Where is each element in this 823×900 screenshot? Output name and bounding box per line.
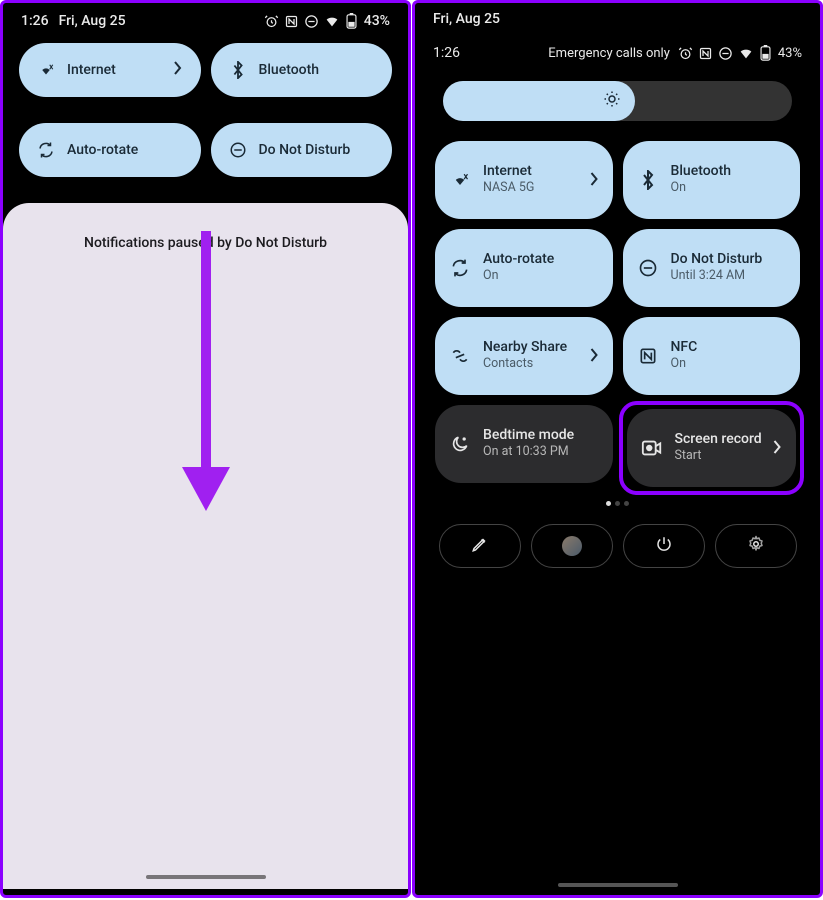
highlight-annotation: Screen record Start [619,401,805,495]
status-time: 1:26 [433,45,460,61]
chevron-right-icon [590,347,599,366]
tile-label: Do Not Disturb [259,142,351,158]
tile-title: Screen record [675,431,762,448]
notification-panel[interactable]: Notifications paused by Do Not Disturb [3,203,408,889]
status-bar: 1:26 Fri, Aug 25 43% [3,3,408,33]
nfc-icon [698,45,714,61]
home-handle[interactable] [146,875,266,879]
bluetooth-icon [229,61,247,79]
tile-title: Internet [483,163,534,180]
wifi-icon [449,170,471,190]
qs-date: Fri, Aug 25 [415,3,820,27]
nearby-share-icon [449,346,471,366]
qs-tile-nearby-share[interactable]: Nearby Share Contacts [435,317,613,395]
dnd-status-icon [304,13,320,29]
user-switcher-button[interactable] [531,524,613,568]
status-time: 1:26 [21,13,49,29]
qs-tile-autorotate[interactable]: Auto-rotate On [435,229,613,307]
home-handle[interactable] [558,883,678,887]
dnd-icon [637,258,659,278]
page-dot [624,501,629,506]
alarm-icon [678,45,694,61]
tile-title: Do Not Disturb [671,251,763,268]
tile-label: Internet [67,62,116,78]
tile-subtitle: On [671,356,698,372]
rotate-icon [37,141,55,159]
gear-icon [747,535,765,557]
qs-tile-internet[interactable]: Internet NASA 5G [435,141,613,219]
chevron-right-icon [173,61,183,79]
qs-tile-bluetooth[interactable]: Bluetooth [211,43,393,97]
wifi-icon [37,61,55,79]
avatar [562,536,582,556]
page-dot [615,501,620,506]
wifi-status-icon [324,13,340,29]
tile-title: Bluetooth [671,163,732,180]
rotate-icon [449,258,471,278]
tile-label: Bluetooth [259,62,320,78]
edit-tiles-button[interactable] [439,524,521,568]
network-status-text: Emergency calls only [548,46,670,61]
qs-tile-dnd[interactable]: Do Not Disturb [211,123,393,177]
page-dot [606,501,611,506]
settings-button[interactable] [715,524,797,568]
dnd-icon [229,141,247,159]
qs-tile-bedtime-mode[interactable]: Bedtime mode On at 10:33 PM [435,405,613,483]
qs-tile-bluetooth[interactable]: Bluetooth On [623,141,801,219]
status-bar: 1:26 Emergency calls only 43% [415,27,820,61]
qs-tile-nfc[interactable]: NFC On [623,317,801,395]
bedtime-icon [449,434,471,454]
bluetooth-icon [637,170,659,190]
swipe-down-arrow-icon [178,231,234,511]
power-icon [655,535,673,557]
wifi-status-icon [738,45,754,61]
tile-title: NFC [671,339,698,356]
alarm-icon [264,13,280,29]
tile-label: Auto-rotate [67,142,138,158]
tile-title: Auto-rotate [483,251,554,268]
qs-tile-autorotate[interactable]: Auto-rotate [19,123,201,177]
battery-percent: 43% [364,13,390,29]
tile-title: Bedtime mode [483,427,574,444]
qs-tile-screen-record[interactable]: Screen record Start [627,409,797,487]
tile-subtitle: On [483,268,554,284]
tile-subtitle: Contacts [483,356,567,372]
battery-percent: 43% [778,46,802,61]
nfc-icon [284,13,300,29]
battery-icon [758,45,774,61]
tile-title: Nearby Share [483,339,567,356]
brightness-slider[interactable] [443,81,792,121]
power-button[interactable] [623,524,705,568]
pencil-icon [471,535,489,557]
tile-subtitle: On at 10:33 PM [483,444,574,460]
dnd-status-icon [718,45,734,61]
tile-subtitle: On [671,180,732,196]
screen-record-icon [641,439,663,457]
tile-subtitle: Start [675,448,762,464]
brightness-icon [603,90,621,112]
left-screenshot: 1:26 Fri, Aug 25 43% [0,0,411,898]
nfc-icon [637,346,659,366]
tile-subtitle: NASA 5G [483,180,534,196]
chevron-right-icon [590,171,599,190]
battery-icon [344,13,360,29]
status-date: Fri, Aug 25 [59,13,126,29]
qs-tile-dnd[interactable]: Do Not Disturb Until 3:24 AM [623,229,801,307]
tile-subtitle: Until 3:24 AM [671,268,763,284]
qs-tile-internet[interactable]: Internet [19,43,201,97]
right-screenshot: Fri, Aug 25 1:26 Emergency calls only 43… [412,0,823,898]
chevron-right-icon [773,439,782,458]
